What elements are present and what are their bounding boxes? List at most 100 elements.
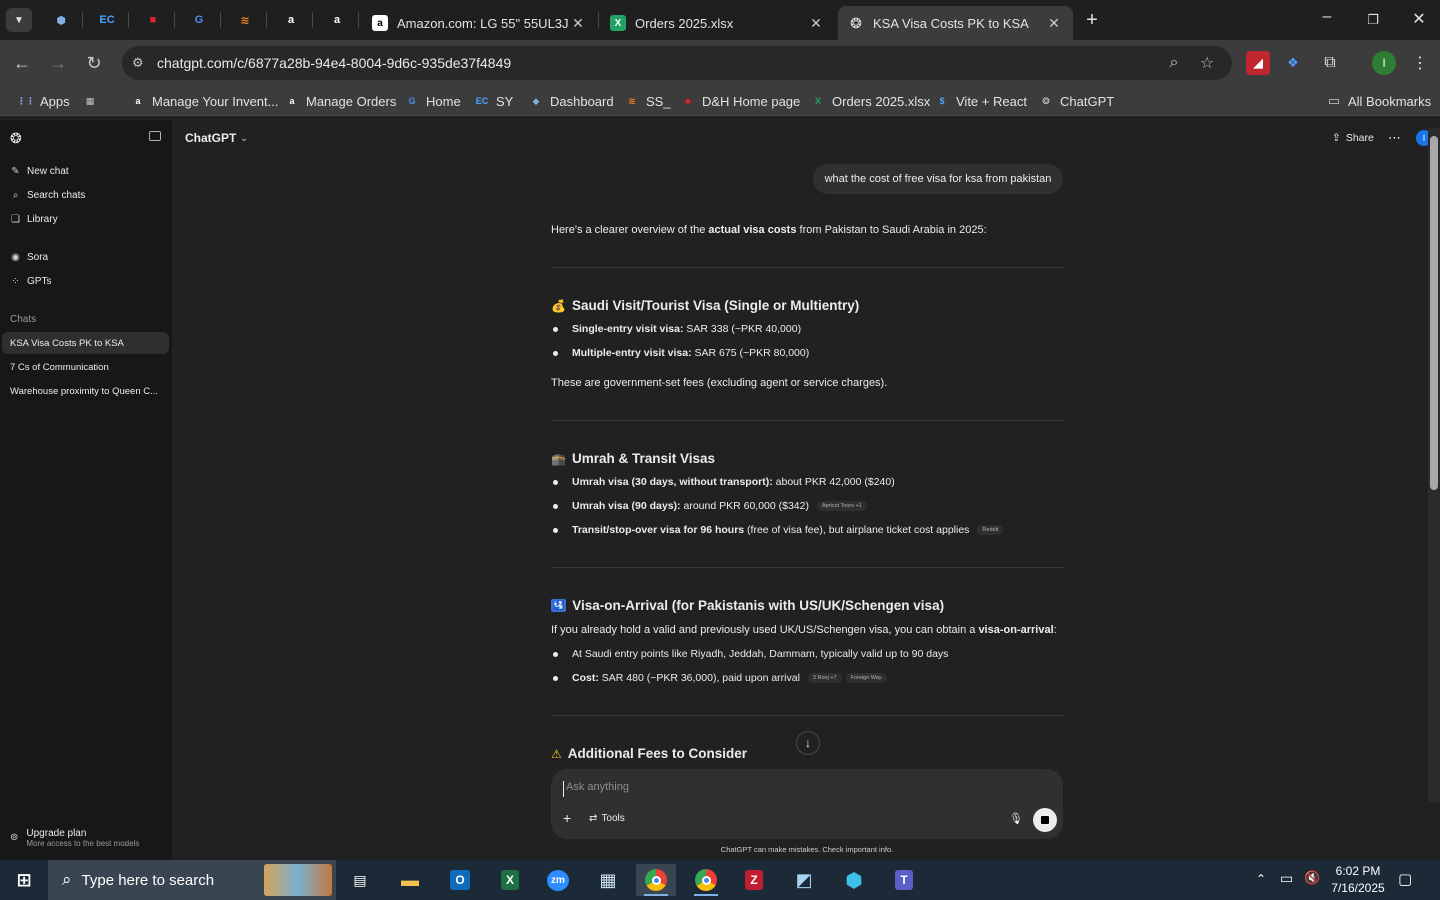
tab-search-button[interactable]: ▼ [6, 8, 32, 32]
pinned-tab[interactable]: ≋ [230, 8, 260, 32]
model-selector[interactable]: ChatGPT ⌄ [185, 131, 248, 145]
source-pill[interactable]: 3 Rooj +7 [807, 673, 842, 683]
tab-title: Amazon.com: LG 55" 55UL3J-E [397, 15, 569, 31]
browser-menu-icon[interactable]: ⋮ [1408, 51, 1432, 75]
extension-blue-icon[interactable]: ❖ [1281, 51, 1305, 75]
site-info-icon[interactable]: ⚙ [132, 55, 144, 71]
bookmark-item[interactable]: G Home [404, 91, 460, 111]
chrome-icon[interactable] [636, 864, 676, 896]
scroll-down-button[interactable]: ↓ [796, 731, 820, 755]
taskbar-search-box[interactable]: ⌕ Type here to search [48, 860, 336, 900]
pinned-tab[interactable]: EC [92, 8, 122, 32]
close-icon[interactable]: ✕ [1045, 15, 1063, 32]
message-input[interactable]: Ask anything [563, 781, 1033, 797]
bookmark-item[interactable]: ◆ Dashboard [528, 91, 614, 111]
file-explorer-icon[interactable]: ▬ [390, 864, 430, 896]
teams-icon[interactable]: T [884, 864, 924, 896]
share-button[interactable]: ⇪ Share [1332, 132, 1374, 144]
profile-avatar[interactable]: I [1372, 51, 1396, 75]
pinned-tab[interactable]: a [276, 8, 306, 32]
bookmark-item[interactable]: X Orders 2025.xlsx [810, 91, 930, 111]
close-window-button[interactable]: ✕ [1404, 8, 1434, 32]
close-icon[interactable]: ✕ [569, 15, 587, 32]
windows-start-icon[interactable]: ⊞ [4, 864, 44, 896]
zoom-icon[interactable]: ⌕ [1164, 53, 1184, 73]
chat-item-ksa-visa[interactable]: KSA Visa Costs PK to KSA [2, 332, 169, 354]
pinned-tab[interactable]: ⬢ [46, 8, 76, 32]
search-chats-button[interactable]: ⌕ Search chats [10, 190, 86, 201]
source-pill[interactable]: Apricot Tours +1 [816, 501, 867, 511]
network-icon[interactable]: ▭ [1280, 870, 1293, 887]
tools-button[interactable]: ⇄ Tools [589, 813, 625, 824]
add-attachment-icon[interactable]: + [563, 810, 571, 826]
new-chat-button[interactable]: ✎ New chat [10, 166, 68, 177]
list-item: Transit/stop-over visa for 96 hours (fre… [553, 524, 1004, 536]
kaaba-icon: 🕋 [551, 451, 566, 466]
sora-button[interactable]: ◉ Sora [10, 252, 48, 263]
close-icon[interactable]: ✕ [807, 15, 825, 32]
toggle-sidebar-icon[interactable] [149, 131, 161, 141]
bookmark-item[interactable]: a Manage Your Invent... [130, 91, 278, 111]
clock[interactable]: 6:02 PM 7/16/2025 [1330, 863, 1386, 897]
minimize-button[interactable]: – [1312, 8, 1342, 32]
extension-red-icon[interactable]: ◢ [1246, 51, 1270, 75]
restore-button[interactable]: ❐ [1358, 8, 1388, 32]
settings-hexagon-icon: ⬢ [56, 14, 66, 27]
bookmark-star-icon[interactable]: ☆ [1197, 53, 1217, 73]
chrome-profile-icon[interactable] [686, 864, 726, 896]
app-hexagon-icon[interactable]: ⬢ [834, 864, 874, 896]
task-view-icon[interactable]: ▤ [340, 864, 380, 896]
excel-icon[interactable]: X [490, 864, 530, 896]
chat-item-7cs[interactable]: 7 Cs of Communication [2, 356, 169, 378]
microphone-icon[interactable]: 🎙 [1009, 812, 1023, 825]
zoom-app-icon[interactable]: zm [538, 864, 578, 896]
composer[interactable]: Ask anything + ⇄ Tools 🎙 [551, 769, 1063, 839]
tab-ksa-visa[interactable]: ❂ KSA Visa Costs PK to KSA ✕ [838, 6, 1073, 40]
bookmark-item[interactable]: ❂ ChatGPT [1038, 91, 1114, 111]
source-pill[interactable]: Reddit [977, 525, 1004, 535]
upgrade-plan-button[interactable]: ⊚ Upgrade plan More access to the best m… [10, 828, 139, 848]
outlook-icon[interactable]: O [440, 864, 480, 896]
chatgpt-logo-icon[interactable]: ❂ [10, 130, 22, 147]
bookmark-item[interactable]: ⋮⋮ Apps [17, 91, 70, 111]
bookmark-item[interactable]: ▦ [82, 91, 104, 111]
bookmark-item[interactable]: ■ D&H Home page [680, 91, 800, 111]
address-bar[interactable]: ⚙ chatgpt.com/c/6877a28b-94e4-8004-9d6c-… [122, 46, 1232, 80]
extensions-puzzle-icon[interactable]: ⧉ [1318, 51, 1342, 75]
filezilla-icon[interactable]: Z [734, 864, 774, 896]
more-options-icon[interactable]: ⋯ [1388, 130, 1401, 146]
bookmark-item[interactable]: a Manage Orders [284, 91, 396, 111]
library-button[interactable]: ❏ Library [10, 214, 58, 225]
back-icon[interactable]: ← [10, 51, 34, 75]
notepad-icon[interactable]: ◩ [784, 864, 824, 896]
bookmark-item[interactable]: ≋ SS_ [624, 91, 670, 111]
new-tab-button[interactable]: + [1080, 8, 1104, 32]
divider [551, 715, 1063, 716]
calculator-icon[interactable]: ▦ [588, 864, 628, 896]
forward-icon[interactable]: → [46, 51, 70, 75]
tab-orders[interactable]: X Orders 2025.xlsx ✕ [600, 6, 835, 40]
arrival-intro-text: If you already hold a valid and previous… [551, 624, 979, 636]
amazon-icon: a [287, 14, 295, 26]
pinned-tab[interactable]: ■ [138, 8, 168, 32]
chat-item-warehouse[interactable]: Warehouse proximity to Queen C... [2, 380, 169, 402]
library-label: Library [27, 214, 58, 225]
reload-icon[interactable]: ↻ [82, 51, 106, 75]
source-pill[interactable]: Foreign Way [845, 673, 887, 683]
gpts-button[interactable]: ⁘ GPTs [10, 276, 51, 287]
scrollbar-thumb[interactable] [1430, 136, 1438, 490]
search-icon: ⌕ [62, 870, 72, 889]
bookmark-item[interactable]: $ Vite + React [934, 91, 1026, 111]
pinned-tab[interactable]: a [322, 8, 352, 32]
tab-amazon[interactable]: a Amazon.com: LG 55" 55UL3J-E ✕ [362, 6, 597, 40]
volume-muted-icon[interactable]: 🔇 [1304, 870, 1320, 886]
pinned-tab[interactable]: G [184, 8, 214, 32]
bookmark-item[interactable]: EC SY [474, 91, 514, 111]
show-hidden-icons[interactable]: ⌃ [1256, 872, 1266, 886]
list-item: Multiple-entry visit visa: SAR 675 (~PKR… [553, 347, 809, 359]
all-bookmarks[interactable]: ▭ All Bookmarks [1326, 91, 1431, 111]
clock-date: 7/16/2025 [1331, 881, 1385, 895]
stop-button[interactable] [1033, 808, 1057, 832]
notifications-icon[interactable]: ▢ [1398, 870, 1412, 888]
url-text[interactable]: chatgpt.com/c/6877a28b-94e4-8004-9d6c-93… [157, 55, 511, 71]
